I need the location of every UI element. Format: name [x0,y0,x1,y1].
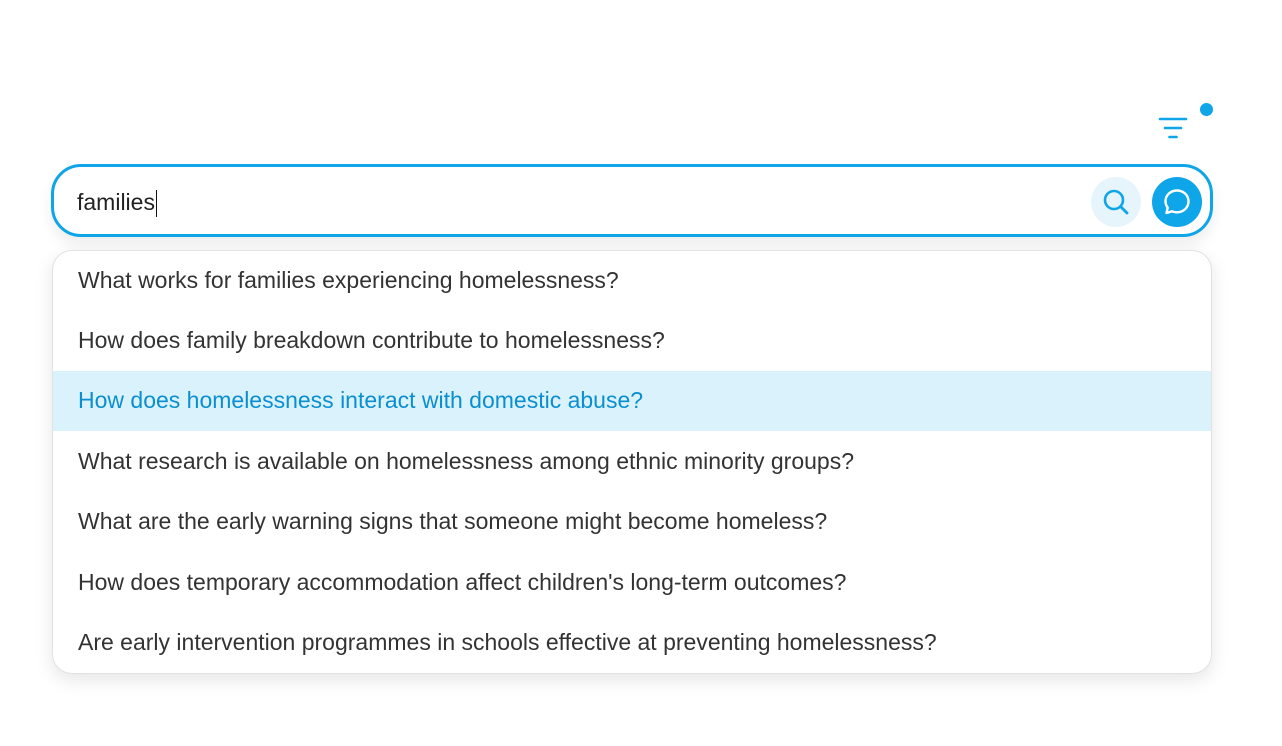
suggestion-item[interactable]: Are early intervention programmes in sch… [53,613,1211,674]
suggestion-item[interactable]: What research is available on homelessne… [53,431,1211,492]
search-widget: families What works for families experie… [0,0,1282,746]
chat-bubble-icon [1164,189,1190,215]
filter-active-indicator [1200,103,1213,116]
suggestions-dropdown: What works for families experiencing hom… [52,250,1212,674]
suggestion-item[interactable]: What are the early warning signs that so… [53,492,1211,553]
search-bar: families [51,164,1213,237]
text-caret [155,190,158,218]
suggestion-item[interactable]: How does temporary accommodation affect … [53,552,1211,613]
suggestion-item-highlighted[interactable]: How does homelessness interact with dome… [53,370,1211,431]
search-icon [1103,189,1129,215]
filter-lines-icon [1158,117,1188,139]
filter-button[interactable] [1152,108,1194,148]
suggestion-item[interactable]: What works for families experiencing hom… [53,251,1211,310]
search-input-value: families [77,189,155,215]
suggestion-item[interactable]: How does family breakdown contribute to … [53,310,1211,371]
chat-button[interactable] [1152,177,1202,227]
search-input[interactable]: families [77,187,158,218]
search-button[interactable] [1091,177,1141,227]
